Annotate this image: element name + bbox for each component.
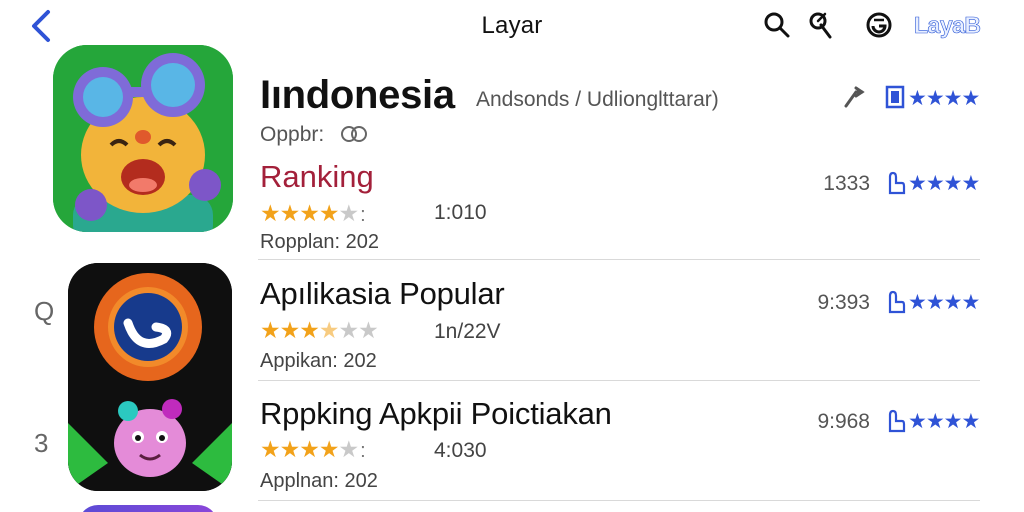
featured-sub-label: Ropplan: 202: [260, 231, 379, 253]
featured-title: Iındonesia: [260, 73, 455, 117]
search-icon: [764, 12, 790, 38]
tap-button[interactable]: [884, 169, 906, 195]
row-rating-value: 4:030: [434, 439, 487, 462]
search-alt-icon: [809, 12, 832, 39]
tap-button[interactable]: [884, 288, 906, 314]
app-icon-games[interactable]: [68, 263, 232, 491]
featured-count: 1333: [823, 172, 870, 195]
row-title[interactable]: Apılikasia Popular: [260, 276, 505, 312]
games-illustration: [68, 263, 232, 491]
refresh-button[interactable]: [864, 10, 894, 40]
divider: [258, 259, 980, 260]
header-link[interactable]: LayaB: [914, 12, 982, 39]
divider: [258, 500, 980, 501]
app-icon-partial[interactable]: [78, 505, 218, 512]
featured-opp-label: Oppbr:: [260, 123, 325, 146]
top-bar: Layar LayaB: [0, 0, 1024, 50]
tap-icon: [888, 171, 906, 195]
featured-right-stars: ★★★★: [908, 87, 980, 110]
app-icon-character[interactable]: [53, 45, 233, 232]
row-index: 3: [34, 428, 49, 458]
link-icon: [340, 124, 368, 144]
ranking-heading: Ranking: [260, 159, 374, 194]
tap-icon: [888, 290, 906, 314]
divider: [258, 380, 980, 381]
search-button[interactable]: [762, 10, 792, 40]
tap-icon: [888, 409, 906, 433]
row-index: Q: [34, 296, 55, 326]
search-alt-button[interactable]: [806, 10, 836, 40]
tap-button[interactable]: [884, 407, 906, 433]
row-title[interactable]: Rppking Apkpii Poictiakan: [260, 396, 612, 432]
device-icon: [885, 85, 905, 109]
featured-subtitle: Andsonds / Udlionglttarar): [476, 88, 719, 111]
row-count: 9:393: [817, 291, 870, 314]
row-right-stars: ★★★★: [908, 410, 980, 433]
row-sub-label: Appikan: 202: [260, 350, 377, 372]
refresh-icon: [866, 12, 892, 38]
row-rating-stars: ★★★★★★: [260, 317, 379, 343]
featured-count-stars: ★★★★: [908, 172, 980, 195]
share-button[interactable]: [842, 84, 865, 110]
share-icon: [844, 86, 865, 108]
row-rating-stars: ★★★★★:: [260, 436, 366, 462]
character-illustration: [53, 45, 233, 232]
row-rating-value: 1n/22V: [434, 320, 501, 343]
featured-rating-value: 1:010: [434, 201, 487, 224]
device-button[interactable]: [885, 85, 907, 111]
row-right-stars: ★★★★: [908, 291, 980, 314]
row-sub-label: Applnan: 202: [260, 470, 378, 492]
row-count: 9:968: [817, 410, 870, 433]
featured-rating-stars: ★★★★★:: [260, 200, 366, 226]
